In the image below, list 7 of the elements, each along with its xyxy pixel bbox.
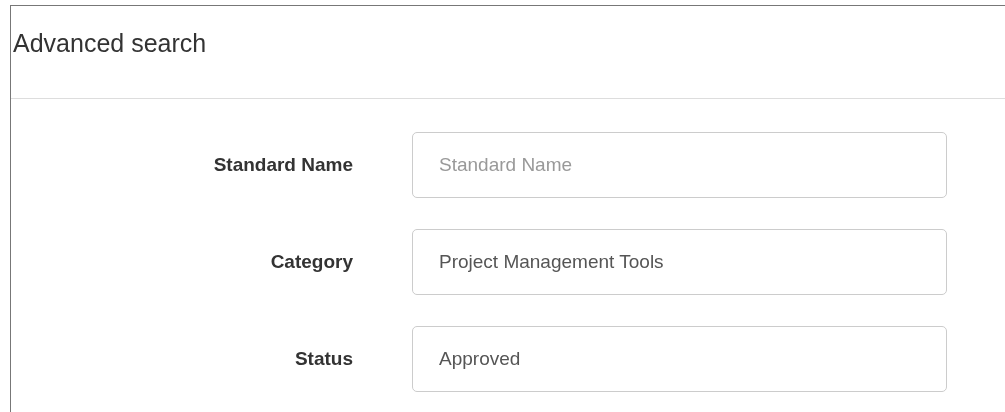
field-label: Category bbox=[269, 251, 353, 273]
input-field[interactable]: Standard Name bbox=[412, 132, 947, 198]
input-field[interactable]: Project Management Tools bbox=[412, 229, 947, 295]
panel-title: Advanced search bbox=[13, 29, 207, 57]
input-field[interactable]: Approved bbox=[412, 326, 947, 392]
field-label: Standard Name bbox=[212, 154, 353, 176]
field-label: Status bbox=[293, 348, 353, 370]
